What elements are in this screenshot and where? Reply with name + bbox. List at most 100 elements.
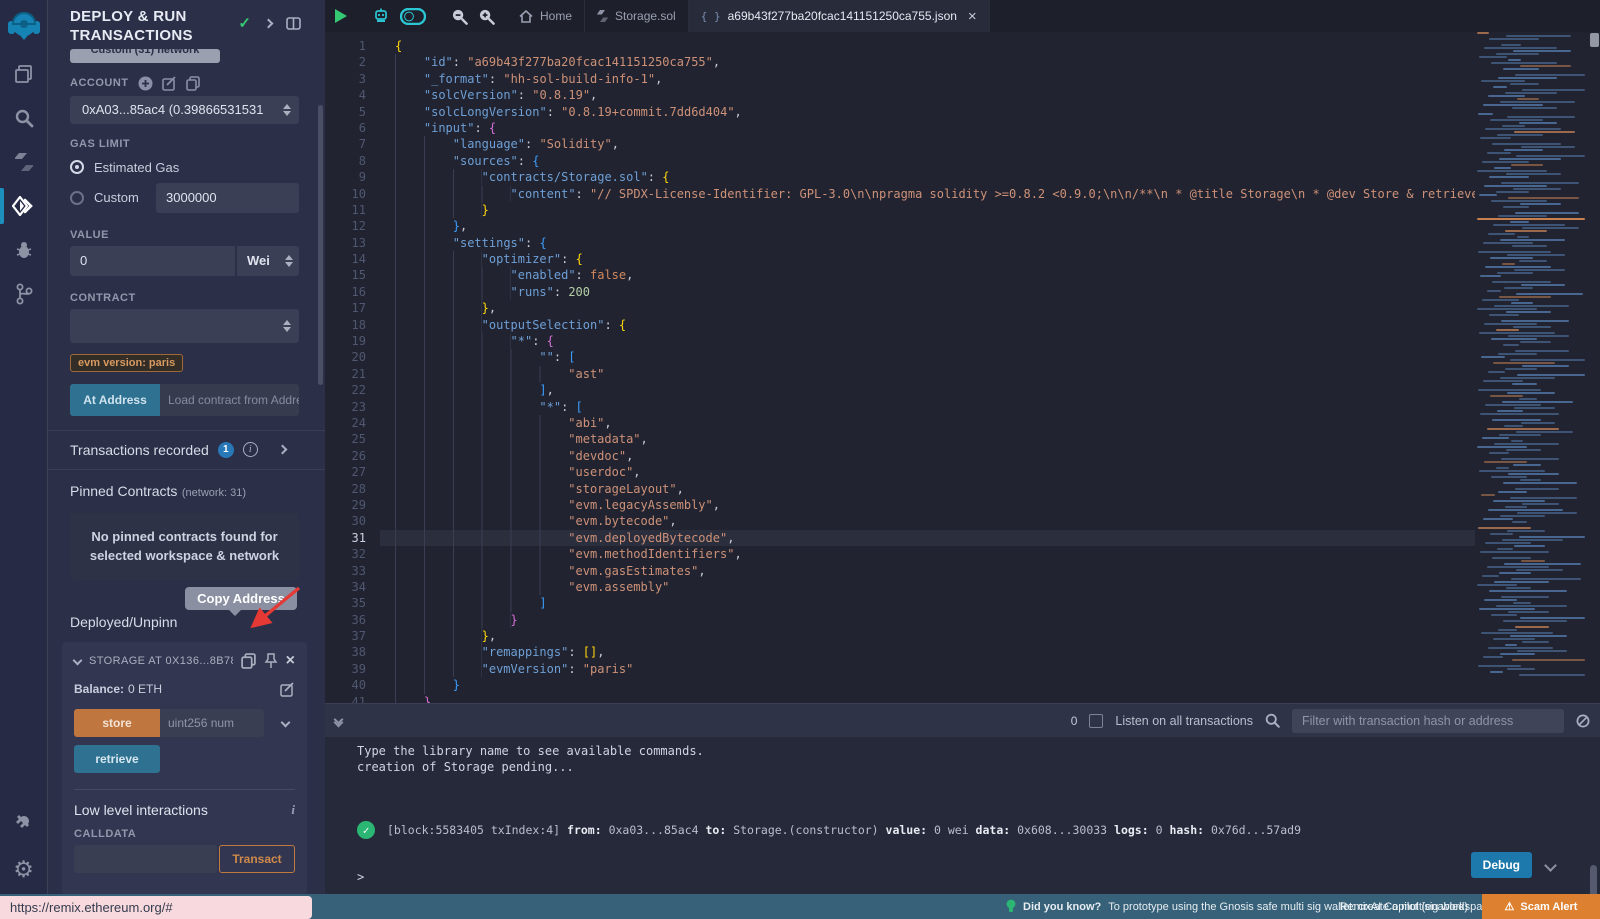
sidebar-item-solidity-compiler[interactable] [0,140,48,184]
code-line[interactable]: 31"evm.deployedBytecode", [325,530,1475,546]
at-address-button[interactable]: At Address [70,384,160,416]
low-level-info-icon[interactable]: i [291,802,295,818]
custom-gas-radio[interactable] [70,191,84,205]
store-function-button[interactable]: store [74,709,160,737]
code-line[interactable]: 10"content": "// SPDX-License-Identifier… [325,186,1475,202]
code-line[interactable]: 27"userdoc", [325,464,1475,480]
code-line[interactable]: 12}, [325,218,1475,234]
code-line[interactable]: 24"abi", [325,415,1475,431]
value-input[interactable]: 0 [70,246,235,276]
tab-storage-sol[interactable]: Storage.sol [585,0,689,32]
listen-all-checkbox[interactable] [1089,714,1103,728]
at-address-input[interactable]: Load contract from Addre [160,384,299,416]
sidebar-item-plugin-manager[interactable] [0,800,48,844]
code-line[interactable]: 38"remappings": [], [325,644,1475,660]
estimated-gas-radio[interactable] [70,160,84,174]
copilot-status[interactable]: RemixAI Copilot (enabled) [1340,894,1468,919]
code-line[interactable]: 1{ [325,38,1475,54]
code-line[interactable]: 3"_format": "hh-sol-build-info-1", [325,71,1475,87]
ai-assistant-icon[interactable] [372,7,390,25]
edit-balance-icon[interactable] [280,682,295,697]
add-account-icon[interactable] [138,76,153,91]
code-line[interactable]: 19"*": { [325,333,1475,349]
code-line[interactable]: 15"enabled": false, [325,267,1475,283]
sidebar-item-settings[interactable]: ⚙ [0,844,48,894]
sidebar-item-git[interactable] [0,272,48,316]
tx-expand-icon[interactable] [277,445,287,455]
code-line[interactable]: 16"runs": 200 [325,284,1475,300]
copy-account-icon[interactable] [186,76,200,91]
expand-args-icon[interactable] [281,718,291,728]
code-line[interactable]: 25"metadata", [325,431,1475,447]
code-line[interactable]: 41}, [325,694,1475,703]
code-line[interactable]: 7"language": "Solidity", [325,136,1475,152]
panel-pin-view-icon[interactable] [286,17,301,30]
terminal-output[interactable]: Type the library name to see available c… [325,737,1600,894]
code-line[interactable]: 29"evm.legacyAssembly", [325,497,1475,513]
code-line[interactable]: 9"contracts/Storage.sol": { [325,169,1475,185]
code-line[interactable]: 22], [325,382,1475,398]
expand-log-icon[interactable] [1544,859,1557,872]
code-line[interactable]: 37}, [325,628,1475,644]
code-line[interactable]: 6"input": { [325,120,1475,136]
transaction-log-row[interactable]: ✓ [block:5583405 txIndex:4] from: 0xa03.… [357,821,1600,839]
code-line[interactable]: 17}, [325,300,1475,316]
editor-scrollbar[interactable] [1590,33,1599,47]
close-tab-icon[interactable]: × [968,8,977,25]
account-select[interactable]: 0xA03...85ac4 (0.39866531531 [70,96,299,124]
code-line[interactable]: 18"outputSelection": { [325,317,1475,333]
zoom-out-icon[interactable] [451,8,468,25]
scam-alert-badge[interactable]: ⚠ Scam Alert [1482,894,1600,919]
instance-collapse-icon[interactable] [73,656,83,666]
debug-button[interactable]: Debug [1471,852,1532,878]
code-line[interactable]: 32"evm.methodIdentifiers", [325,546,1475,562]
code-line[interactable]: 33"evm.gasEstimates", [325,563,1475,579]
code-line[interactable]: 30"evm.bytecode", [325,513,1475,529]
zoom-in-icon[interactable] [478,8,495,25]
terminal-prompt[interactable]: > [357,870,364,884]
code-line[interactable]: 13"settings": { [325,235,1475,251]
code-line[interactable]: 35] [325,595,1475,611]
retrieve-function-button[interactable]: retrieve [74,745,160,773]
code-line[interactable]: 23"*": [ [325,399,1475,415]
code-line[interactable]: 28"storageLayout", [325,481,1475,497]
run-script-icon[interactable] [335,9,347,23]
code-line[interactable]: 8"sources": { [325,153,1475,169]
sidebar-item-debugger[interactable] [0,228,48,272]
code-line[interactable]: 34"evm.assembly" [325,579,1475,595]
sidebar-item-search[interactable] [0,96,48,140]
custom-gas-input[interactable]: 3000000 [156,183,299,213]
code-line[interactable]: 21"ast" [325,366,1475,382]
terminal-collapse-icon[interactable] [335,716,342,726]
code-line[interactable]: 5"solcLongVersion": "0.8.19+commit.7dd6d… [325,104,1475,120]
code-line[interactable]: 2"id": "a69b43f277ba20fcac141151250ca755… [325,54,1475,70]
panel-scrollbar[interactable] [318,105,323,385]
code-line[interactable]: 36} [325,612,1475,628]
calldata-input[interactable] [74,845,217,873]
store-arg-input[interactable]: uint256 num [160,709,264,737]
tx-info-icon[interactable]: i [243,442,258,457]
code-line[interactable]: 14"optimizer": { [325,251,1475,267]
pin-icon[interactable] [264,653,278,669]
panel-collapse-icon[interactable] [264,18,274,28]
code-line[interactable]: 11} [325,202,1475,218]
clear-console-icon[interactable] [1576,714,1590,728]
sidebar-item-deploy-run[interactable] [0,184,48,228]
remix-logo[interactable] [0,0,48,52]
editor-minimap[interactable] [1475,32,1588,703]
sidebar-item-file-explorer[interactable] [0,52,48,96]
code-line[interactable]: 40} [325,677,1475,693]
contract-select[interactable] [70,309,299,343]
code-line[interactable]: 39"evmVersion": "paris" [325,661,1475,677]
copy-address-icon[interactable] [241,653,256,669]
copilot-toggle-icon[interactable] [400,8,426,25]
code-line[interactable]: 20"": [ [325,349,1475,365]
tab-home[interactable]: Home [507,0,585,32]
sign-message-icon[interactable] [162,76,177,91]
transact-button[interactable]: Transact [219,845,295,873]
value-unit-select[interactable]: Wei [237,246,299,276]
code-line[interactable]: 4"solcVersion": "0.8.19", [325,87,1475,103]
remove-instance-icon[interactable]: × [286,652,295,670]
tab-build-info-json[interactable]: { } a69b43f277ba20fcac141151250ca755.jso… [689,0,990,32]
code-line[interactable]: 26"devdoc", [325,448,1475,464]
